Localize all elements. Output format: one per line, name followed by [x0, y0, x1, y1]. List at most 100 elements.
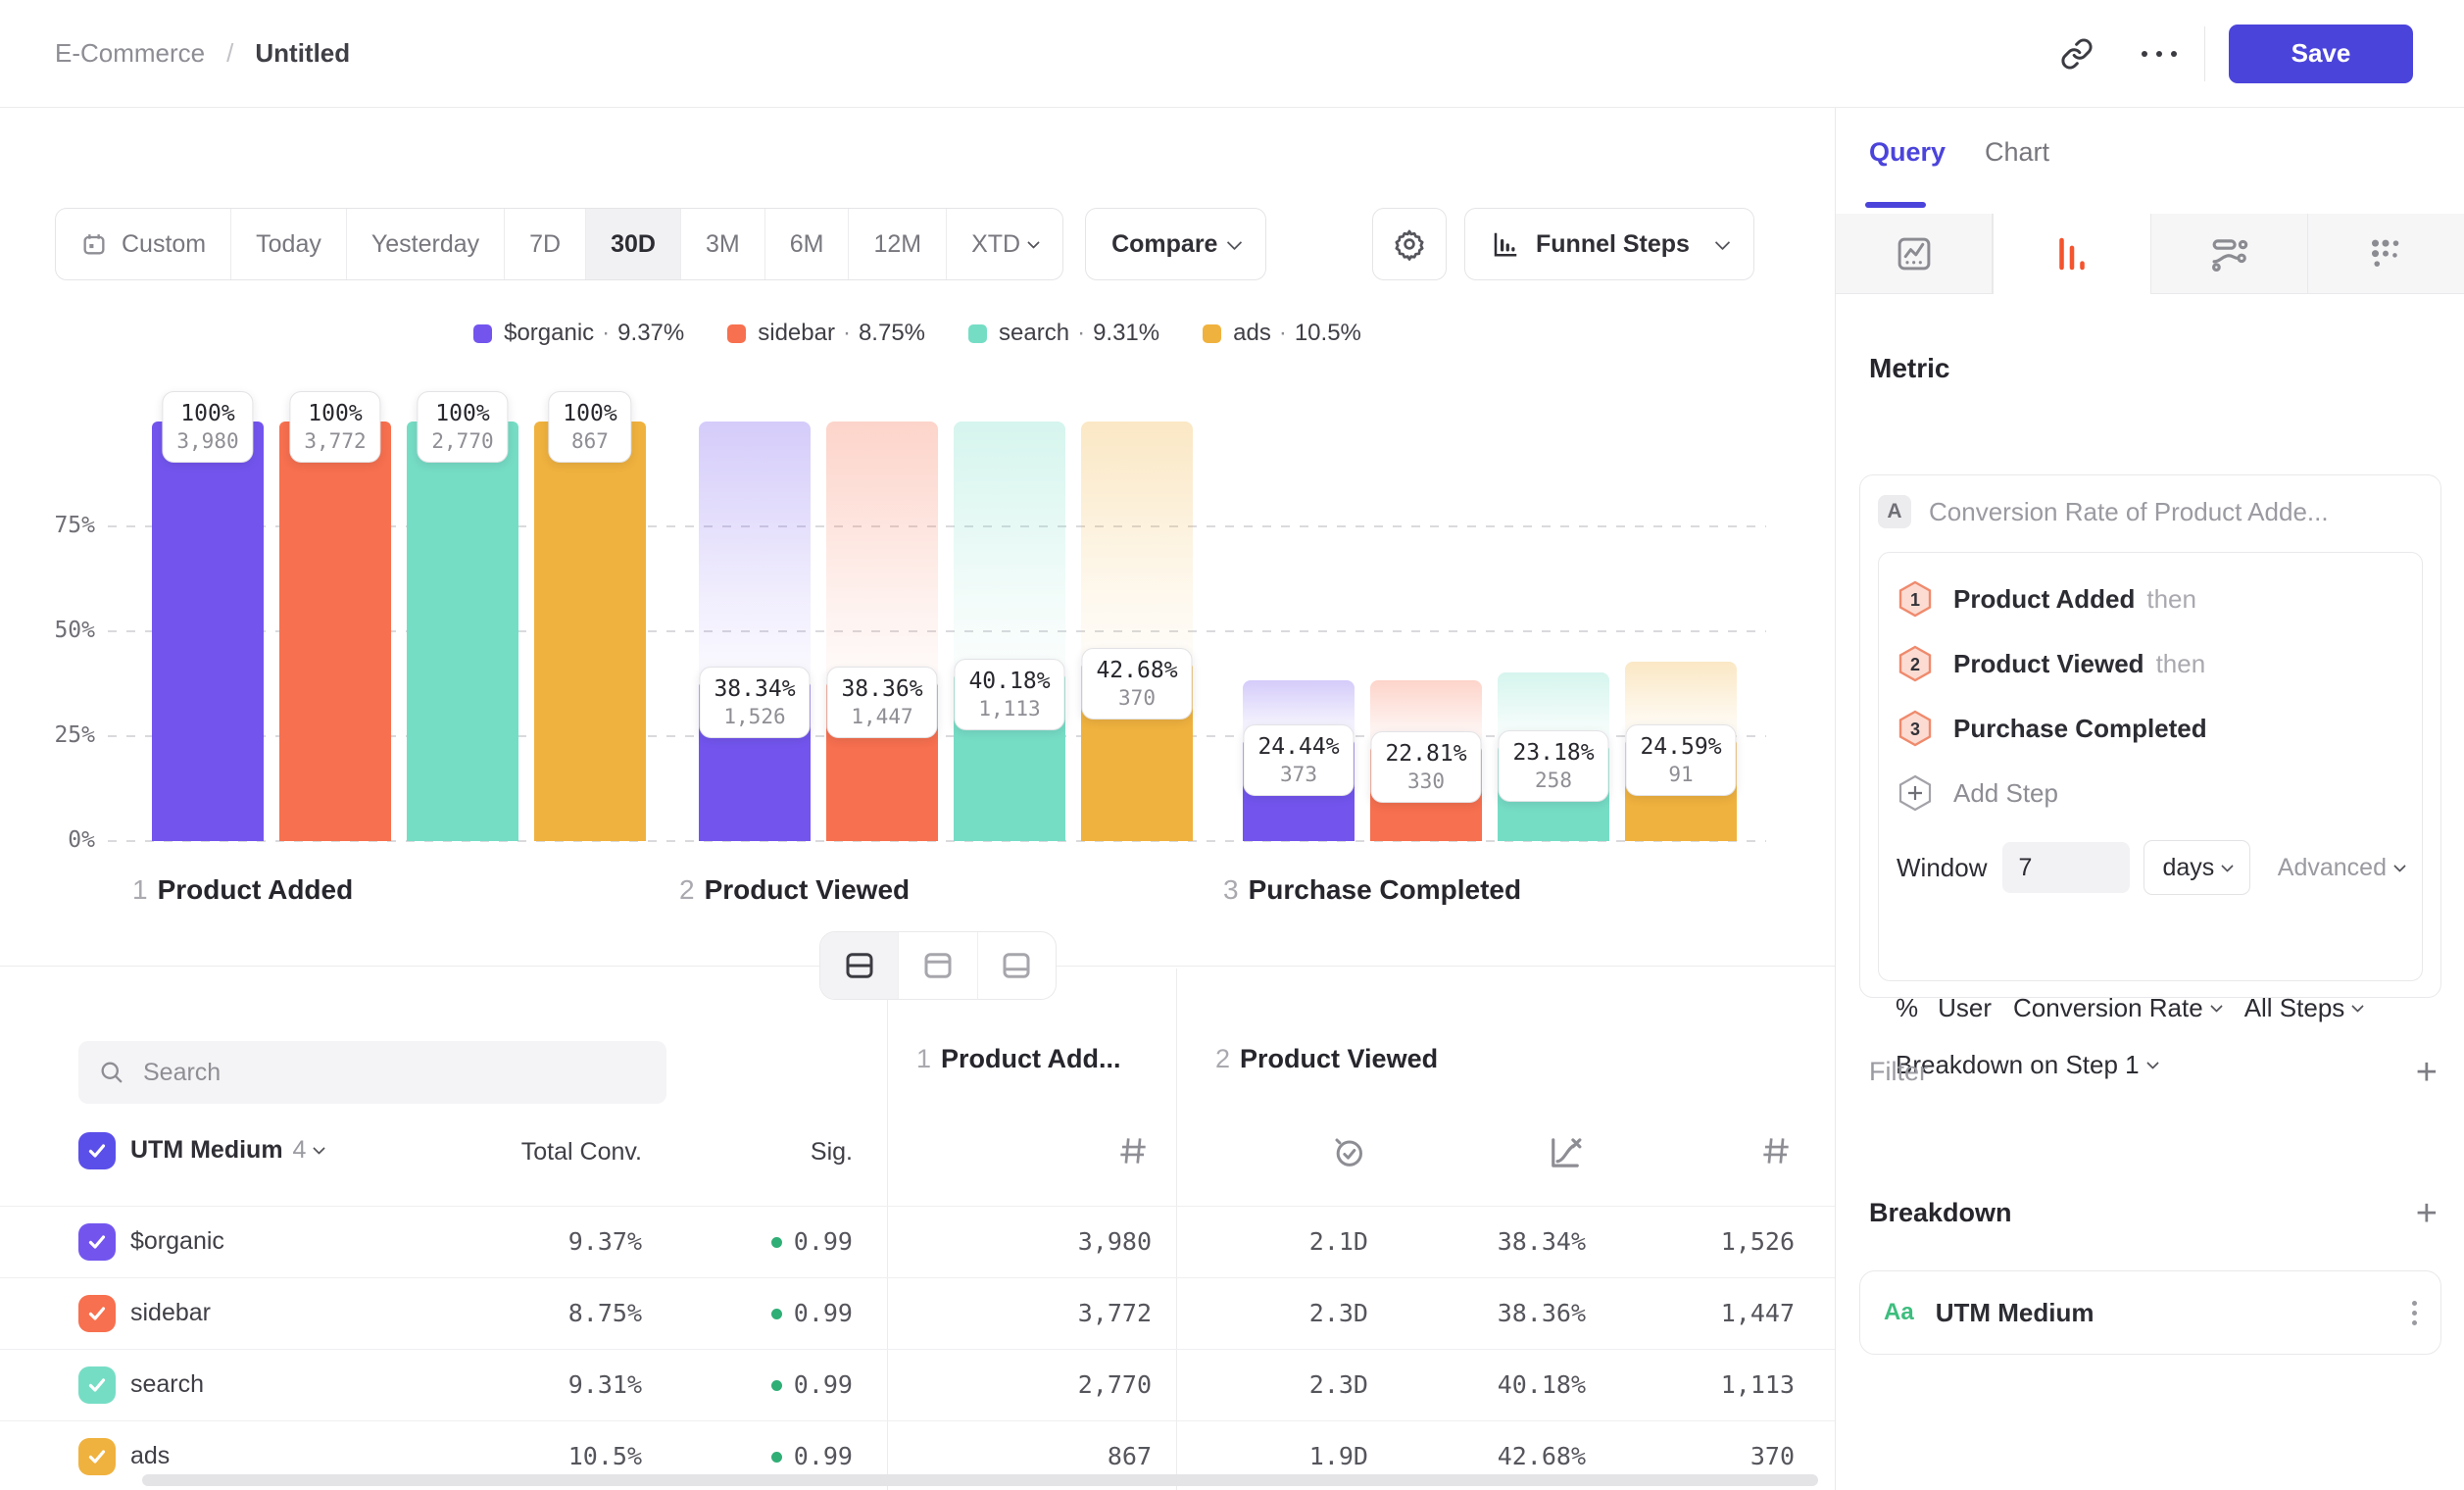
chevron-down-icon: [314, 1142, 326, 1155]
select-all-checkbox[interactable]: [78, 1132, 116, 1169]
bar-value-label: 100%2,770: [417, 391, 508, 463]
filter-section-row: Filter +: [1869, 1057, 2438, 1087]
row-step2-count: 370: [1599, 1442, 1795, 1470]
counting-selector[interactable]: User: [1938, 993, 1992, 1023]
funnel-step-2[interactable]: 2 Product Viewedthen: [1897, 631, 2404, 696]
metric-title[interactable]: Conversion Rate of Product Adde...: [1929, 497, 2329, 527]
search-input[interactable]: [141, 1058, 616, 1088]
ellipsis-icon: [2142, 51, 2177, 57]
window-value-input[interactable]: [2002, 842, 2130, 893]
breakdown-section-row: Breakdown +: [1869, 1198, 2438, 1228]
kebab-menu-icon[interactable]: [2412, 1301, 2417, 1325]
count-metric-icon[interactable]: [1599, 1132, 1795, 1169]
funnel-ghost-bar: [954, 422, 1065, 672]
avg-time-metric-icon[interactable]: [1196, 1132, 1368, 1171]
row-avg-time: 2.3D: [1196, 1299, 1368, 1327]
advanced-toggle[interactable]: Advanced: [2278, 854, 2404, 882]
more-options-button[interactable]: [2132, 26, 2187, 81]
percent-selector[interactable]: %: [1896, 993, 1918, 1023]
share-link-button[interactable]: [2049, 26, 2104, 81]
horizontal-scrollbar[interactable]: [142, 1474, 1818, 1486]
row-total-conv: 10.5%: [446, 1442, 642, 1470]
window-label: Window: [1897, 853, 1987, 883]
svg-text:3: 3: [1910, 720, 1920, 739]
table-step1-header: 1Product Add...: [916, 1044, 1121, 1074]
conversion-metric-icon[interactable]: [1390, 1132, 1586, 1173]
bar-value-label: 22.81%330: [1370, 731, 1481, 803]
row-checkbox[interactable]: [78, 1438, 116, 1475]
funnel-bar[interactable]: [407, 422, 518, 841]
layout-chart-only-button[interactable]: [899, 932, 977, 999]
row-step2-count: 1,113: [1599, 1370, 1795, 1399]
row-significance: 0.99: [657, 1442, 853, 1470]
bar-value-label: 24.44%373: [1243, 724, 1354, 796]
bar-value-label: 38.36%1,447: [826, 667, 937, 738]
layout-table-only-button[interactable]: [978, 932, 1056, 999]
layout-split-button[interactable]: [820, 932, 899, 999]
funnel-bar[interactable]: [279, 422, 391, 841]
window-unit-select[interactable]: days: [2144, 840, 2250, 895]
row-significance: 0.99: [657, 1299, 853, 1327]
tab-matrix-chart[interactable]: [2308, 214, 2464, 294]
add-step-button[interactable]: Add Step: [1897, 761, 2404, 825]
funnel-bar[interactable]: [152, 422, 264, 841]
bar-value-label: 24.59%91: [1625, 724, 1736, 796]
funnel-bar[interactable]: [534, 422, 646, 841]
tab-funnel-chart[interactable]: [1993, 214, 2150, 294]
row-step2-count: 1,526: [1599, 1227, 1795, 1256]
row-significance: 0.99: [657, 1370, 853, 1399]
breadcrumb-project[interactable]: E-Commerce: [55, 38, 205, 69]
y-axis-tick: 25%: [0, 722, 95, 748]
row-avg-time: 2.1D: [1196, 1227, 1368, 1256]
metric-card: A Conversion Rate of Product Adde... 1 P…: [1859, 474, 2441, 998]
breakdown-property-card[interactable]: Aa UTM Medium: [1859, 1270, 2441, 1355]
group-column-header[interactable]: UTM Medium 4: [130, 1136, 323, 1165]
metric-letter-badge: A: [1878, 495, 1911, 528]
row-checkbox[interactable]: [78, 1366, 116, 1404]
tab-chart[interactable]: Chart: [1985, 137, 2049, 168]
flow-sankey-icon: [2208, 233, 2249, 274]
table-header-row: UTM Medium 4 Total Conv. Sig.: [0, 1132, 1835, 1206]
bar-value-label: 42.68%370: [1081, 648, 1192, 720]
add-breakdown-button[interactable]: +: [2416, 1199, 2438, 1228]
top-bar: E-Commerce / Untitled Save: [0, 0, 2464, 108]
row-checkbox[interactable]: [78, 1223, 116, 1261]
tab-flow-chart[interactable]: [2151, 214, 2308, 294]
measured-as-row: % User Conversion Rate All Steps: [1896, 993, 2362, 1023]
significance-dot: [771, 1309, 782, 1319]
chart-pane: Custom Today Yesterday 7D 30D 3M 6M 12M …: [0, 108, 1835, 1490]
funnel-step-1[interactable]: 1 Product Addedthen: [1897, 567, 2404, 631]
breadcrumb-title[interactable]: Untitled: [255, 38, 350, 69]
total-conv-header[interactable]: Total Conv.: [446, 1138, 642, 1167]
bar-value-label: 100%3,980: [162, 391, 253, 463]
tab-line-chart[interactable]: [1836, 214, 1993, 294]
table-body: $organic9.37%0.993,9802.1D38.34%1,526sid…: [0, 1206, 1835, 1490]
conversion-window-row: Window days Advanced: [1897, 839, 2404, 896]
filter-label: Filter: [1869, 1057, 1928, 1087]
tab-query[interactable]: Query: [1869, 137, 1946, 168]
table-row: search9.31%0.992,7702.3D40.18%1,113: [0, 1349, 1835, 1420]
bar-value-label: 23.18%258: [1498, 730, 1608, 802]
sig-header[interactable]: Sig.: [657, 1138, 853, 1167]
panel-tabs: Query Chart: [1836, 108, 2463, 214]
layout-toggle-group: [819, 931, 1057, 1000]
svg-text:2: 2: [1910, 655, 1920, 674]
all-steps-selector[interactable]: All Steps: [2244, 993, 2363, 1023]
add-filter-button[interactable]: +: [2416, 1058, 2438, 1087]
row-total-conv: 8.75%: [446, 1299, 642, 1327]
row-name: $organic: [130, 1227, 224, 1256]
breakdown-label: Breakdown: [1869, 1198, 2012, 1228]
table-row: sidebar8.75%0.993,7722.3D38.36%1,447: [0, 1277, 1835, 1349]
significance-dot: [771, 1380, 782, 1391]
save-button[interactable]: Save: [2229, 25, 2413, 83]
row-checkbox[interactable]: [78, 1295, 116, 1332]
row-step1-count: 867: [956, 1442, 1152, 1470]
funnel-step-3[interactable]: 3 Purchase Completed: [1897, 696, 2404, 761]
dots-grid-icon: [2365, 233, 2406, 274]
chevron-down-icon: [2210, 1000, 2223, 1013]
string-property-icon: Aa: [1884, 1299, 1914, 1326]
row-avg-time: 2.3D: [1196, 1370, 1368, 1399]
conversion-rate-selector[interactable]: Conversion Rate: [2013, 993, 2221, 1023]
row-name: search: [130, 1370, 204, 1399]
count-metric-icon[interactable]: [956, 1132, 1152, 1169]
